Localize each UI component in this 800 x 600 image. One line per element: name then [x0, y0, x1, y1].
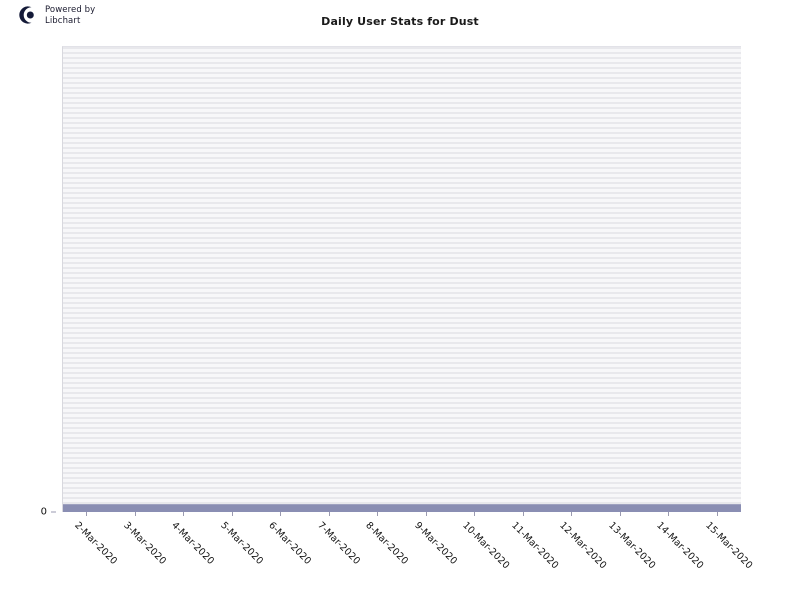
- x-tick-label: 4-Mar-2020: [169, 520, 217, 567]
- x-tick-mark: [232, 512, 233, 516]
- x-tick-mark: [571, 512, 572, 516]
- x-tick-label: 10-Mar-2020: [460, 520, 512, 572]
- y-axis: 0: [0, 46, 56, 518]
- x-tick-label: 15-Mar-2020: [703, 520, 755, 572]
- x-tick-label: 5-Mar-2020: [218, 520, 266, 567]
- y-tick-label: 0: [40, 506, 47, 518]
- x-axis: 2-Mar-2020 3-Mar-2020 4-Mar-2020 5-Mar-2020…: [62, 512, 755, 600]
- x-tick-mark: [474, 512, 475, 516]
- x-tick-label: 7-Mar-2020: [315, 520, 363, 567]
- x-tick-label: 14-Mar-2020: [654, 520, 706, 572]
- x-tick-mark: [668, 512, 669, 516]
- x-tick-mark: [620, 512, 621, 516]
- x-tick-label: 8-Mar-2020: [363, 520, 411, 567]
- x-tick-mark: [523, 512, 524, 516]
- x-tick-label: 9-Mar-2020: [412, 520, 460, 567]
- x-tick-mark: [717, 512, 718, 516]
- x-tick-mark: [135, 512, 136, 516]
- x-tick-mark: [377, 512, 378, 516]
- x-tick-mark: [86, 512, 87, 516]
- x-tick-label: 13-Mar-2020: [606, 520, 658, 572]
- plot-area: [62, 46, 741, 512]
- x-tick-label: 2-Mar-2020: [72, 520, 120, 567]
- y-tick-mark: [51, 511, 56, 513]
- bar-series-baseline: [63, 504, 741, 512]
- x-tick-label: 6-Mar-2020: [266, 520, 314, 567]
- x-tick-mark: [183, 512, 184, 516]
- x-tick-mark: [426, 512, 427, 516]
- x-tick-label: 3-Mar-2020: [121, 520, 169, 567]
- plot-area-wrapper: [62, 46, 741, 512]
- chart-title: Daily User Stats for Dust: [321, 15, 479, 28]
- x-tick-mark: [329, 512, 330, 516]
- x-tick-mark: [280, 512, 281, 516]
- x-tick-label: 11-Mar-2020: [509, 520, 561, 572]
- x-tick-label: 12-Mar-2020: [557, 520, 609, 572]
